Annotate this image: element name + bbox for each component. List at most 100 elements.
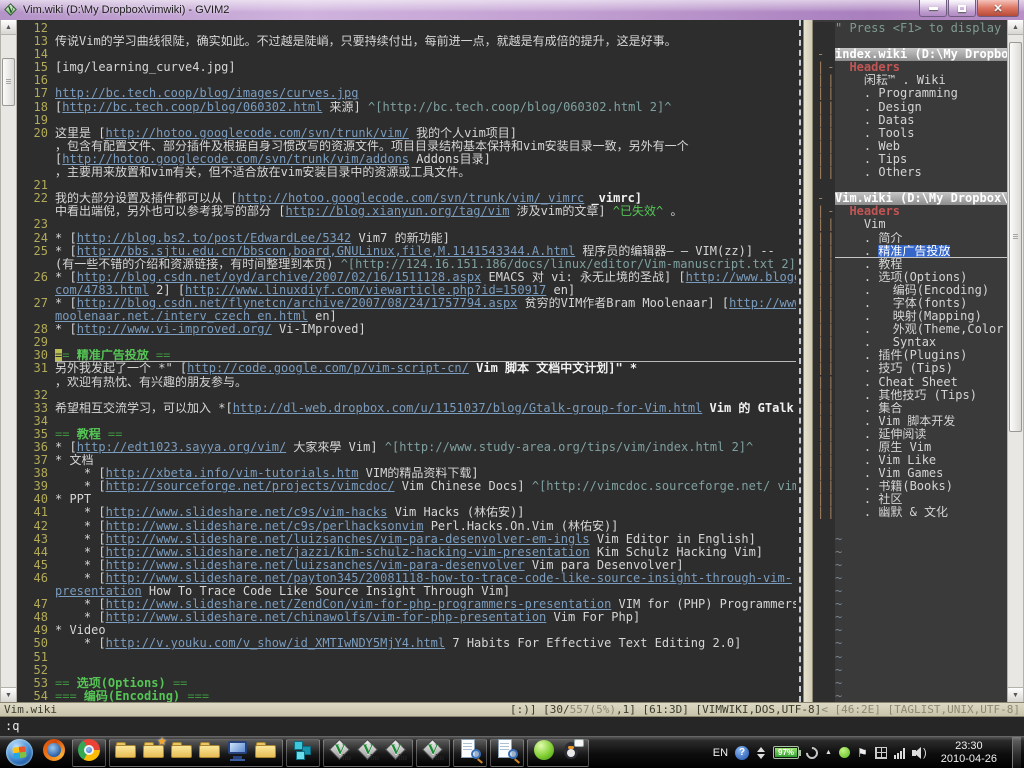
editor-line-28[interactable]: 28* [http://www.vi-improved.org/ Vi-IMpr…: [17, 323, 796, 336]
hyperlink-text[interactable]: http://v.youku.com/v_show/id_XMTIwNDY5Mj…: [106, 637, 446, 650]
taglist-row[interactable]: || . 幽默 & 文化: [813, 506, 1007, 519]
editor-line-32[interactable]: 32: [17, 389, 796, 402]
editor-line-17[interactable]: 17http://bc.tech.coop/blog/images/curves…: [17, 87, 796, 100]
hyperlink-text[interactable]: http://www.slideshare.net/ZendCon/vim-fo…: [106, 598, 612, 611]
hyperlink-text[interactable]: http://blog.csdn.net/oyd/archive/2007/02…: [77, 271, 482, 284]
editor-line-44[interactable]: 44 * [http://www.slideshare.net/jazzi/ki…: [17, 546, 796, 559]
taglist-row[interactable]: || . Others: [813, 166, 1007, 179]
taglist-row[interactable]: || . Web: [813, 140, 1007, 153]
language-indicator[interactable]: EN: [713, 747, 728, 759]
taglist-row[interactable]: [813, 179, 1007, 192]
taglist-row[interactable]: || . 教程: [813, 258, 1007, 271]
taglist-row[interactable]: || . 书籍(Books): [813, 480, 1007, 493]
taglist-row[interactable]: || . Datas: [813, 114, 1007, 127]
help-icon[interactable]: ?: [735, 746, 749, 760]
hyperlink-text[interactable]: presentation: [55, 585, 142, 598]
updown-icon[interactable]: [756, 746, 766, 760]
taskbar-button-cubes-app[interactable]: [286, 739, 320, 767]
hyperlink-text[interactable]: http://hotoo.googlecode.com/svn/trunk/vi…: [237, 192, 584, 205]
taglist-row[interactable]: || . Design: [813, 101, 1007, 114]
taglist-row[interactable]: || . Vim Like: [813, 454, 1007, 467]
hyperlink-text[interactable]: http://sourceforge.net/projects/vimcdoc/: [106, 480, 395, 493]
taglist-row[interactable]: ~: [813, 585, 1007, 598]
taglist-row[interactable]: || . 插件(Plugins): [813, 349, 1007, 362]
taglist-row[interactable]: ~: [813, 598, 1007, 611]
scroll-down-icon[interactable]: ▼: [1, 687, 16, 702]
editor-line-24[interactable]: 24* [http://blog.bs2.to/post/EdwardLee/5…: [17, 232, 796, 245]
hidden-icons-caret[interactable]: ▲: [825, 749, 832, 756]
taskbar-button-doc-search-2[interactable]: [490, 739, 524, 767]
taglist-row[interactable]: || . 其他技巧 (Tips): [813, 389, 1007, 402]
taglist-row[interactable]: |- Headers: [813, 61, 1007, 74]
close-button[interactable]: ✕: [977, 0, 1019, 17]
editor-line-51[interactable]: 51: [17, 651, 796, 664]
editor-line-30[interactable]: 30== 精准广告投放 ==: [17, 349, 796, 362]
editor-line-16[interactable]: 16: [17, 74, 796, 87]
battery-indicator[interactable]: 97%: [773, 746, 799, 759]
volume-icon[interactable]: ): [912, 746, 928, 760]
window-split-separator[interactable]: [796, 20, 803, 702]
hyperlink-text[interactable]: http://www.bloggern.: [686, 271, 796, 284]
editor-line-53[interactable]: 53== 选项(Options) ==: [17, 677, 796, 690]
hyperlink-text[interactable]: http://www.: [729, 297, 796, 310]
editor-line-wrap[interactable]: 中看出端倪，另外也可以参考我写的部分 [http://blog.xianyun.…: [17, 205, 796, 218]
editor-line-wrap[interactable]: (有一些不错的介绍和资源链接，有时间整理到本页) ^[http://124.16…: [17, 258, 796, 271]
editor-line-18[interactable]: 18[http://bc.tech.coop/blog/060302.html …: [17, 101, 796, 114]
editor-line-31[interactable]: 31另外我发起了一个 *" [http://code.google.com/p/…: [17, 362, 796, 375]
taglist-row[interactable]: || . Vim 脚本开发: [813, 415, 1007, 428]
scroll-up-icon[interactable]: ▲: [1, 20, 16, 35]
taskbar-button-gvim-single[interactable]: Vim: [416, 739, 450, 767]
editor-line-wrap[interactable]: presentation How To Trace Code Like Sour…: [17, 585, 796, 598]
hyperlink-text[interactable]: http://www.slideshare.net/c9s/vim-hacks: [106, 506, 388, 519]
hyperlink-text[interactable]: http://www.slideshare.net/luizsanches/vi…: [106, 533, 590, 546]
editor-line-23[interactable]: 23: [17, 218, 796, 231]
tray-grid-icon[interactable]: [875, 747, 887, 759]
vim-command-line[interactable]: :q: [0, 717, 1024, 736]
taglist-row[interactable]: || Vim: [813, 218, 1007, 231]
taglist-row[interactable]: || 闲耘™ . Wiki: [813, 74, 1007, 87]
editor-line-wrap[interactable]: com/4783.html 2] [http://www.linuxdiyf.c…: [17, 284, 796, 297]
taglist-window[interactable]: " Press <F1> to display hel-index.wiki (…: [813, 20, 1007, 702]
taglist-row[interactable]: [813, 520, 1007, 533]
hyperlink-text[interactable]: http://dl-web.dropbox.com/u/1151037/blog…: [233, 402, 703, 415]
taglist-row[interactable]: || . 延伸阅读: [813, 428, 1007, 441]
taglist-row[interactable]: || . 技巧 (Tips): [813, 362, 1007, 375]
taglist-row[interactable]: ~: [813, 664, 1007, 677]
tray-green-icon[interactable]: [839, 747, 850, 758]
taglist-selected-tag[interactable]: || . 精准广告投放: [813, 245, 1007, 258]
taglist-file-row[interactable]: -Vim.wiki (D:\My Dropbox\vim: [813, 192, 1007, 205]
power-plug-icon[interactable]: [804, 744, 821, 761]
editor-line-20[interactable]: 20这里是 [http://hotoo.googlecode.com/svn/t…: [17, 127, 796, 140]
taglist-row[interactable]: || . 编码(Encoding): [813, 284, 1007, 297]
hyperlink-text[interactable]: http://blog.xianyun.org/tag/vim: [285, 205, 509, 218]
hyperlink-text[interactable]: com/4783.html: [55, 284, 149, 297]
editor-line-52[interactable]: 52: [17, 664, 796, 677]
window-titlebar[interactable]: V Vim.wiki (D:\My Dropbox\vimwiki) - GVI…: [0, 0, 1024, 20]
editor-line-22[interactable]: 22我的大部分设置及插件都可以从 [http://hotoo.googlecod…: [17, 192, 796, 205]
editor-line-54[interactable]: 54=== 编码(Encoding) ===: [17, 690, 796, 702]
middle-scrollbar[interactable]: [803, 20, 813, 702]
taglist-row[interactable]: || . Programming: [813, 87, 1007, 100]
editor-line-41[interactable]: 41 * [http://www.slideshare.net/c9s/vim-…: [17, 506, 796, 519]
hyperlink-text[interactable]: http://blog.csdn.net/flynetcn/archive/20…: [77, 297, 518, 310]
taskbar-button-doc-search-1[interactable]: [453, 739, 487, 767]
editor-line-48[interactable]: 48 * [http://www.slideshare.net/chinawol…: [17, 611, 796, 624]
editor-line-27[interactable]: 27* [http://blog.csdn.net/flynetcn/archi…: [17, 297, 796, 310]
taskbar-button-firefox[interactable]: [39, 739, 69, 767]
hyperlink-text[interactable]: http://bc.tech.coop/blog/060302.html: [62, 101, 322, 114]
editor-line-36[interactable]: 36* [http://edt1023.sayya.org/vim/ 大家來學 …: [17, 441, 796, 454]
editor-line-26[interactable]: 26* [http://blog.csdn.net/oyd/archive/20…: [17, 271, 796, 284]
editor-line-35[interactable]: 35== 教程 ==: [17, 428, 796, 441]
editor-line-46[interactable]: 46 * [http://www.slideshare.net/payton34…: [17, 572, 796, 585]
taglist-row[interactable]: || . Tips: [813, 153, 1007, 166]
taglist-row[interactable]: ~: [813, 677, 1007, 690]
editor-line-45[interactable]: 45 * [http://www.slideshare.net/luizsanc…: [17, 559, 796, 572]
taglist-row[interactable]: ~: [813, 651, 1007, 664]
hyperlink-text[interactable]: http://www.vi-improved.org/: [77, 323, 272, 336]
hyperlink-text[interactable]: moolenaar.net./interv_czech_en.html: [55, 310, 308, 323]
taglist-row[interactable]: " Press <F1> to display hel: [813, 22, 1007, 35]
taglist-row[interactable]: || . 字体(fonts): [813, 297, 1007, 310]
editor-line-33[interactable]: 33希望相互交流学习，可以加入 *[http://dl-web.dropbox.…: [17, 402, 796, 415]
hyperlink-text[interactable]: http://www.linuxdiyf.com/viewarticle.php…: [185, 284, 546, 297]
hyperlink-text[interactable]: http://www.slideshare.net/luizsanches/vi…: [106, 559, 525, 572]
